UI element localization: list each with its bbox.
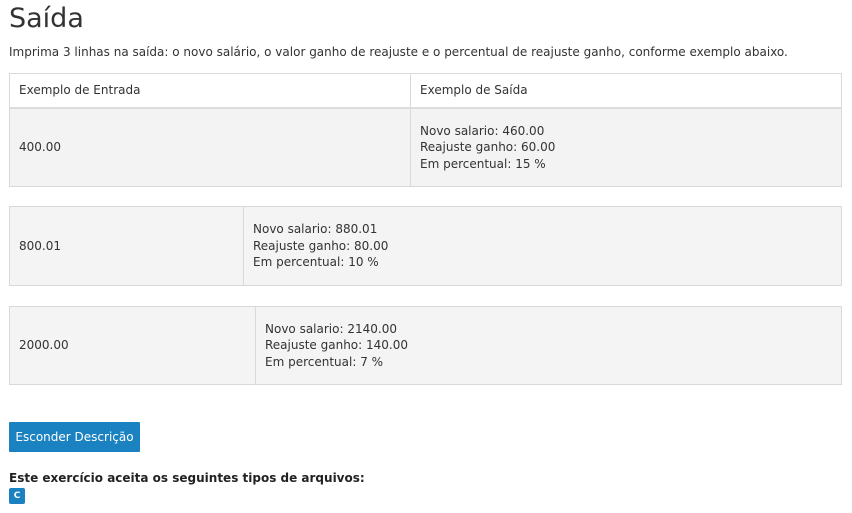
example-output: Novo salario: 880.01 Reajuste ganho: 80.… — [243, 206, 842, 286]
example-table-1: Exemplo de Entrada Exemplo de Saída 400.… — [9, 73, 842, 187]
example-input: 400.00 — [9, 107, 411, 187]
example-input: 800.01 — [9, 206, 244, 286]
table-row: 2000.00 Novo salario: 2140.00 Reajuste g… — [9, 306, 842, 385]
example-table-2: 800.01 Novo salario: 880.01 Reajuste gan… — [9, 206, 842, 286]
example-input: 2000.00 — [9, 306, 256, 385]
table-row: 800.01 Novo salario: 880.01 Reajuste gan… — [9, 206, 842, 286]
output-line: Em percentual: 15 % — [420, 156, 546, 171]
table-header-row: Exemplo de Entrada Exemplo de Saída — [9, 73, 842, 109]
output-line: Reajuste ganho: 60.00 — [420, 140, 556, 155]
section-description: Imprima 3 linhas na saída: o novo salári… — [9, 45, 788, 59]
example-output: Novo salario: 2140.00 Reajuste ganho: 14… — [255, 306, 842, 385]
language-badge-c: C — [9, 488, 25, 504]
header-input: Exemplo de Entrada — [9, 73, 411, 109]
output-line: Novo salario: 460.00 — [420, 123, 545, 138]
output-line: Novo salario: 880.01 — [253, 222, 378, 237]
table-row: 400.00 Novo salario: 460.00 Reajuste gan… — [9, 107, 842, 187]
output-line: Em percentual: 7 % — [265, 354, 384, 369]
output-line: Novo salario: 2140.00 — [265, 321, 397, 336]
section-title: Saída — [9, 3, 84, 34]
output-line: Reajuste ganho: 80.00 — [253, 238, 389, 253]
file-types-label: Este exercício aceita os seguintes tipos… — [9, 471, 365, 485]
hide-description-button[interactable]: Esconder Descrição — [9, 422, 140, 452]
header-output: Exemplo de Saída — [410, 73, 842, 109]
output-line: Reajuste ganho: 140.00 — [265, 338, 408, 353]
output-line: Em percentual: 10 % — [253, 255, 379, 270]
example-output: Novo salario: 460.00 Reajuste ganho: 60.… — [410, 107, 842, 187]
example-table-3: 2000.00 Novo salario: 2140.00 Reajuste g… — [9, 306, 842, 385]
